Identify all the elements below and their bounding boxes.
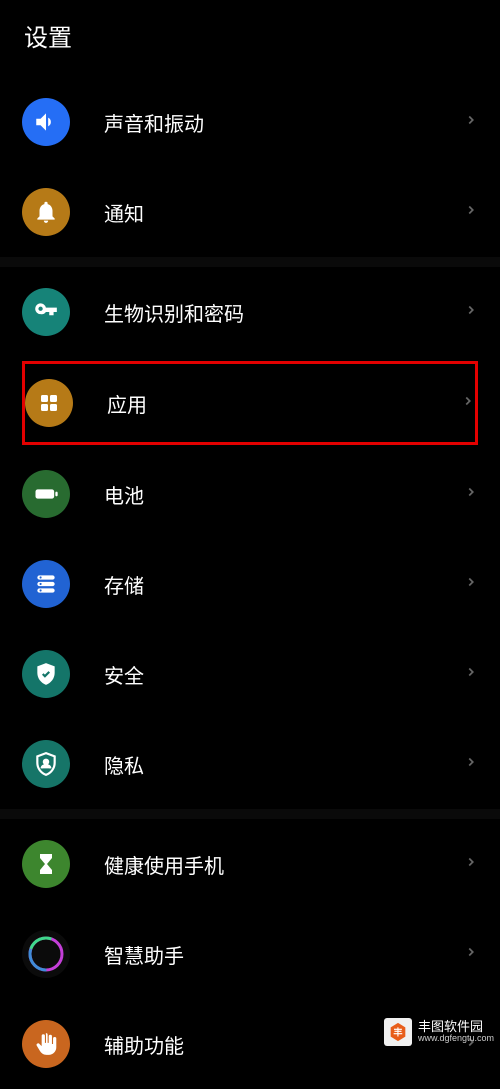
assistant-icon [22, 930, 70, 978]
settings-item-assistant[interactable]: 智慧助手 [0, 909, 500, 999]
shield-check-icon [22, 650, 70, 698]
watermark-text: 丰图软件园 www.dgfengtu.com [418, 1020, 494, 1044]
item-label: 安全 [104, 660, 464, 689]
chevron-right-icon [464, 855, 478, 874]
watermark-url: www.dgfengtu.com [418, 1034, 494, 1044]
settings-item-battery[interactable]: 电池 [0, 449, 500, 539]
item-label: 声音和振动 [104, 108, 464, 137]
bell-icon [22, 188, 70, 236]
settings-group-2: 生物识别和密码 应用 电池 存储 [0, 267, 500, 809]
chevron-right-icon [461, 394, 475, 413]
item-label: 健康使用手机 [104, 850, 464, 879]
chevron-right-icon [464, 203, 478, 222]
battery-icon [22, 470, 70, 518]
chevron-right-icon [464, 575, 478, 594]
settings-item-sound[interactable]: 声音和振动 [0, 77, 500, 167]
watermark-name: 丰图软件园 [418, 1020, 494, 1034]
settings-item-biometrics[interactable]: 生物识别和密码 [0, 267, 500, 357]
settings-item-security[interactable]: 安全 [0, 629, 500, 719]
divider [0, 257, 500, 267]
watermark: 丰 丰图软件园 www.dgfengtu.com [384, 1018, 494, 1046]
settings-item-storage[interactable]: 存储 [0, 539, 500, 629]
chevron-right-icon [464, 945, 478, 964]
item-label: 应用 [107, 389, 461, 418]
item-label: 电池 [104, 480, 464, 509]
shield-user-icon [22, 740, 70, 788]
settings-item-digital-wellbeing[interactable]: 健康使用手机 [0, 819, 500, 909]
settings-item-privacy[interactable]: 隐私 [0, 719, 500, 809]
chevron-right-icon [464, 665, 478, 684]
item-label: 通知 [104, 198, 464, 227]
chevron-right-icon [464, 755, 478, 774]
hand-icon [22, 1020, 70, 1068]
page-title: 设置 [24, 18, 476, 53]
hourglass-icon [22, 840, 70, 888]
chevron-right-icon [464, 303, 478, 322]
item-label: 智慧助手 [104, 940, 464, 969]
item-label: 存储 [104, 570, 464, 599]
item-label: 生物识别和密码 [104, 298, 464, 327]
settings-item-apps[interactable]: 应用 [25, 364, 475, 442]
highlight-box: 应用 [22, 361, 478, 445]
settings-group-1: 声音和振动 通知 [0, 77, 500, 257]
header: 设置 [0, 0, 500, 77]
key-icon [22, 288, 70, 336]
item-label: 隐私 [104, 750, 464, 779]
svg-text:丰: 丰 [393, 1027, 402, 1038]
watermark-logo-icon: 丰 [384, 1018, 412, 1046]
divider [0, 809, 500, 819]
grid-icon [25, 379, 73, 427]
speaker-icon [22, 98, 70, 146]
settings-group-3: 健康使用手机 智慧助手 辅助功能 [0, 819, 500, 1089]
settings-item-notifications[interactable]: 通知 [0, 167, 500, 257]
chevron-right-icon [464, 485, 478, 504]
storage-icon [22, 560, 70, 608]
chevron-right-icon [464, 113, 478, 132]
